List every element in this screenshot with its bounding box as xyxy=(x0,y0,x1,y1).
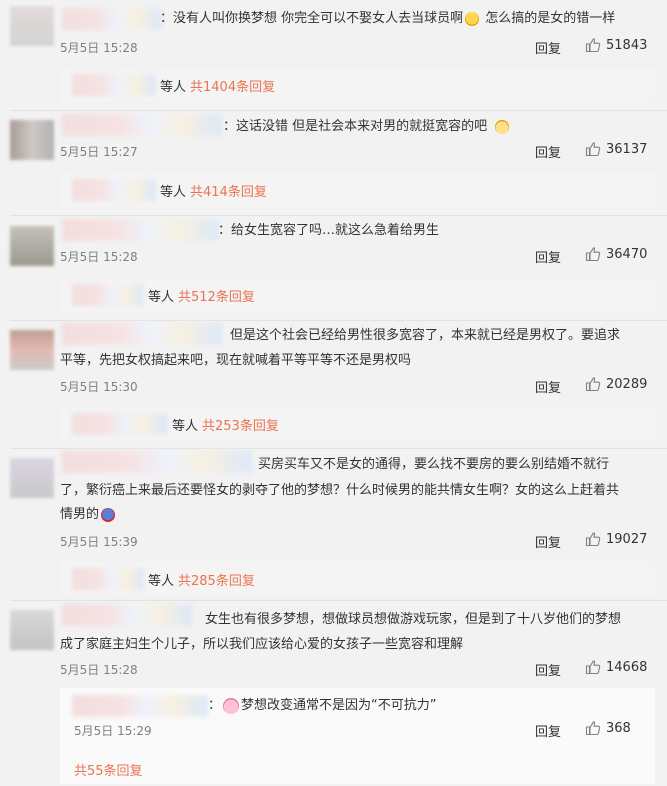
like-count: 20289 xyxy=(606,376,648,392)
like-count: 368 xyxy=(606,720,631,736)
reply-button[interactable]: 回复 xyxy=(535,660,561,679)
divider xyxy=(10,600,667,601)
reply-button[interactable]: 回复 xyxy=(535,721,561,740)
username-blurred xyxy=(72,179,156,201)
like-button[interactable]: 14668 xyxy=(585,659,647,675)
comment-time: 5月5日 15:28 xyxy=(60,41,138,55)
comment-time: 5月5日 15:39 xyxy=(60,535,138,549)
more-replies-link[interactable]: 共55条回复 xyxy=(74,760,143,779)
avatar[interactable] xyxy=(10,458,54,498)
comment-time: 5月5日 15:28 xyxy=(60,250,138,264)
more-replies-link[interactable]: 共1404条回复 xyxy=(190,76,275,95)
sub-replies-line: 等人 共512条回复 xyxy=(148,286,255,305)
like-button[interactable]: 20289 xyxy=(585,376,647,392)
thumbs-up-icon xyxy=(585,37,601,53)
divider xyxy=(10,110,667,111)
comment-text: 但是这个社会已经给男性很多宽容了，本来就已经是男权了。要追求 xyxy=(230,328,621,343)
username-blurred[interactable] xyxy=(62,219,218,241)
sweat-emoji-icon xyxy=(495,119,510,134)
thumbs-up-icon xyxy=(585,246,601,262)
thumbs-up-icon xyxy=(585,531,601,547)
comment-text: 买房买车又不是女的通得，要么找不要房的要么别结婚不就行 xyxy=(258,457,610,472)
username-blurred xyxy=(72,74,156,96)
thumbs-up-icon xyxy=(585,376,601,392)
like-count: 19027 xyxy=(606,531,648,547)
pig-emoji-icon xyxy=(223,697,240,714)
like-button[interactable]: 51843 xyxy=(585,37,647,53)
sub-replies-line: 等人 共253条回复 xyxy=(172,415,279,434)
username-blurred[interactable] xyxy=(62,451,252,473)
reply-button[interactable]: 回复 xyxy=(535,38,561,57)
more-replies-link[interactable]: 共414条回复 xyxy=(190,181,267,200)
like-button[interactable]: 19027 xyxy=(585,531,647,547)
comment-text: 成了家庭主妇生个儿子，所以我们应该给心爱的女孩子一些宽容和理解 xyxy=(60,637,464,652)
reply-button[interactable]: 回复 xyxy=(535,142,561,161)
more-replies-link[interactable]: 共253条回复 xyxy=(202,415,279,434)
avatar[interactable] xyxy=(10,330,54,370)
avatar[interactable] xyxy=(10,120,54,160)
like-count: 36470 xyxy=(606,246,648,262)
avatar[interactable] xyxy=(10,226,54,266)
grin-emoji-icon xyxy=(465,11,480,26)
avatar[interactable] xyxy=(10,610,54,650)
thumbs-up-icon xyxy=(585,720,601,736)
comment-time: 5月5日 15:30 xyxy=(60,380,138,394)
reply-button[interactable]: 回复 xyxy=(535,247,561,266)
comment-text: 情男的 xyxy=(60,503,117,527)
comment-text: ：这话没错 但是社会本来对男的就挺宽容的吧 xyxy=(223,115,511,139)
sub-replies-line: 等人 共1404条回复 xyxy=(160,76,275,95)
more-replies-link[interactable]: 共512条回复 xyxy=(178,286,255,305)
divider xyxy=(10,448,667,449)
reply-button[interactable]: 回复 xyxy=(535,377,561,396)
comment-time: 5月5日 15:28 xyxy=(60,663,138,677)
username-blurred[interactable] xyxy=(62,114,222,136)
like-count: 14668 xyxy=(606,659,648,675)
comment-text: 了，繁衍癌上来最后还要怪女的剥夺了他的梦想？什么时候男的能共情女生啊？女的这么上… xyxy=(60,483,620,498)
username-blurred xyxy=(72,284,144,306)
like-count: 36137 xyxy=(606,141,648,157)
sub-replies-line: 等人 共414条回复 xyxy=(160,181,267,200)
reply-button[interactable]: 回复 xyxy=(535,532,561,551)
nested-reply-text: ：梦想改变通常不是因为“不可抗力” xyxy=(208,697,437,714)
divider xyxy=(10,320,667,321)
thumbs-up-icon xyxy=(585,141,601,157)
face-emoji-icon xyxy=(101,507,116,522)
comment-text: 女生也有很多梦想，想做球员想做游戏玩家，但是到了十八岁他们的梦想 xyxy=(205,612,622,627)
like-button[interactable]: 36470 xyxy=(585,246,647,262)
like-button[interactable]: 36137 xyxy=(585,141,647,157)
like-count: 51843 xyxy=(606,37,648,53)
username-blurred xyxy=(72,413,168,435)
divider xyxy=(10,215,667,216)
username-blurred[interactable] xyxy=(72,695,208,717)
sub-replies-line: 等人 共285条回复 xyxy=(148,570,255,589)
thumbs-up-icon xyxy=(585,659,601,675)
comment-text: 平等，先把女权搞起来吧，现在就喊着平等平等不还是男权吗 xyxy=(60,353,412,368)
nested-reply-time: 5月5日 15:29 xyxy=(74,724,152,738)
username-blurred[interactable] xyxy=(62,8,162,30)
username-blurred xyxy=(72,568,144,590)
more-replies-link[interactable]: 共285条回复 xyxy=(178,570,255,589)
more-replies-line: 共55条回复 xyxy=(74,760,143,779)
comment-time: 5月5日 15:27 xyxy=(60,145,138,159)
avatar[interactable] xyxy=(10,6,54,46)
comment-text: ：没有人叫你换梦想 你完全可以不娶女人去当球员啊 怎么搞的是女的错一样 xyxy=(160,11,616,26)
comment-text: ：给女生宽容了吗…就这么急着给男生 xyxy=(218,223,440,238)
username-blurred[interactable] xyxy=(62,604,192,626)
username-blurred[interactable] xyxy=(62,323,222,345)
like-button[interactable]: 368 xyxy=(585,720,631,736)
